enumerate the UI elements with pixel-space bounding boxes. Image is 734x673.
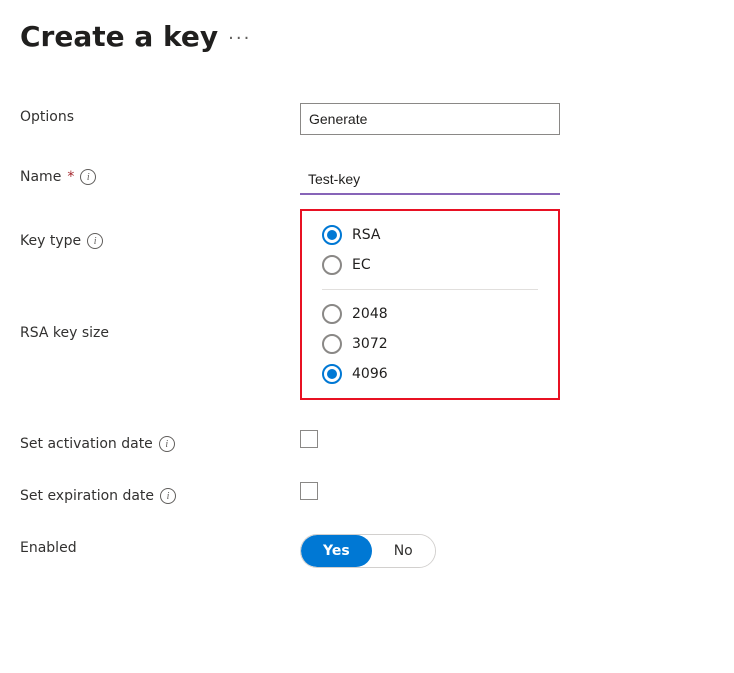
activation-date-checkbox[interactable] xyxy=(300,430,318,448)
name-info-icon[interactable]: i xyxy=(80,169,96,185)
options-input[interactable] xyxy=(300,103,560,135)
radio-option-rsa[interactable]: RSA xyxy=(322,225,538,245)
key-type-info-icon[interactable]: i xyxy=(87,233,103,249)
radio-option-ec[interactable]: EC xyxy=(322,255,538,275)
enabled-toggle[interactable]: Yes No xyxy=(300,534,704,568)
rsa-key-size-label-container: RSA key size xyxy=(20,253,300,333)
radio-group-divider xyxy=(322,289,538,290)
activation-date-control xyxy=(300,430,704,448)
expiration-info-icon[interactable]: i xyxy=(160,488,176,504)
combined-labels: Key type i RSA key size xyxy=(20,209,300,333)
expiration-date-label: Set expiration date i xyxy=(20,482,300,504)
key-type-label-container: Key type i xyxy=(20,209,300,253)
page-header: Create a key ··· xyxy=(20,20,704,53)
radio-3072-indicator xyxy=(322,334,342,354)
expiration-date-control xyxy=(300,482,704,500)
expiration-date-checkbox[interactable] xyxy=(300,482,318,500)
name-input[interactable] xyxy=(300,163,560,195)
page-title: Create a key xyxy=(20,20,218,53)
name-required-indicator: * xyxy=(67,169,74,185)
radio-option-3072[interactable]: 3072 xyxy=(322,334,538,354)
yes-no-toggle[interactable]: Yes No xyxy=(300,534,436,568)
name-control xyxy=(300,163,704,195)
options-control xyxy=(300,103,704,135)
radio-option-4096[interactable]: 4096 xyxy=(322,364,538,384)
more-options-icon[interactable]: ··· xyxy=(228,28,251,49)
enabled-label: Enabled xyxy=(20,534,300,556)
activation-date-label: Set activation date i xyxy=(20,430,300,452)
key-type-rsa-group-box: RSA EC 2048 3072 4096 xyxy=(300,209,560,400)
key-type-rsa-combined-row: Key type i RSA key size RSA EC 2048 xyxy=(20,209,704,400)
radio-4096-indicator xyxy=(322,364,342,384)
radio-2048-indicator xyxy=(322,304,342,324)
radio-rsa-indicator xyxy=(322,225,342,245)
create-key-form: Options Name * i Key type i RSA key size xyxy=(20,89,704,582)
name-row: Name * i xyxy=(20,149,704,209)
activation-info-icon[interactable]: i xyxy=(159,436,175,452)
radio-option-2048[interactable]: 2048 xyxy=(322,304,538,324)
radio-ec-indicator xyxy=(322,255,342,275)
enabled-control: Yes No xyxy=(300,534,704,568)
toggle-no-option[interactable]: No xyxy=(372,535,435,567)
enabled-row: Enabled Yes No xyxy=(20,520,704,582)
toggle-yes-option[interactable]: Yes xyxy=(301,535,372,567)
expiration-date-row: Set expiration date i xyxy=(20,468,704,520)
options-label: Options xyxy=(20,103,300,125)
name-label: Name * i xyxy=(20,163,300,185)
options-row: Options xyxy=(20,89,704,149)
activation-date-row: Set activation date i xyxy=(20,416,704,468)
